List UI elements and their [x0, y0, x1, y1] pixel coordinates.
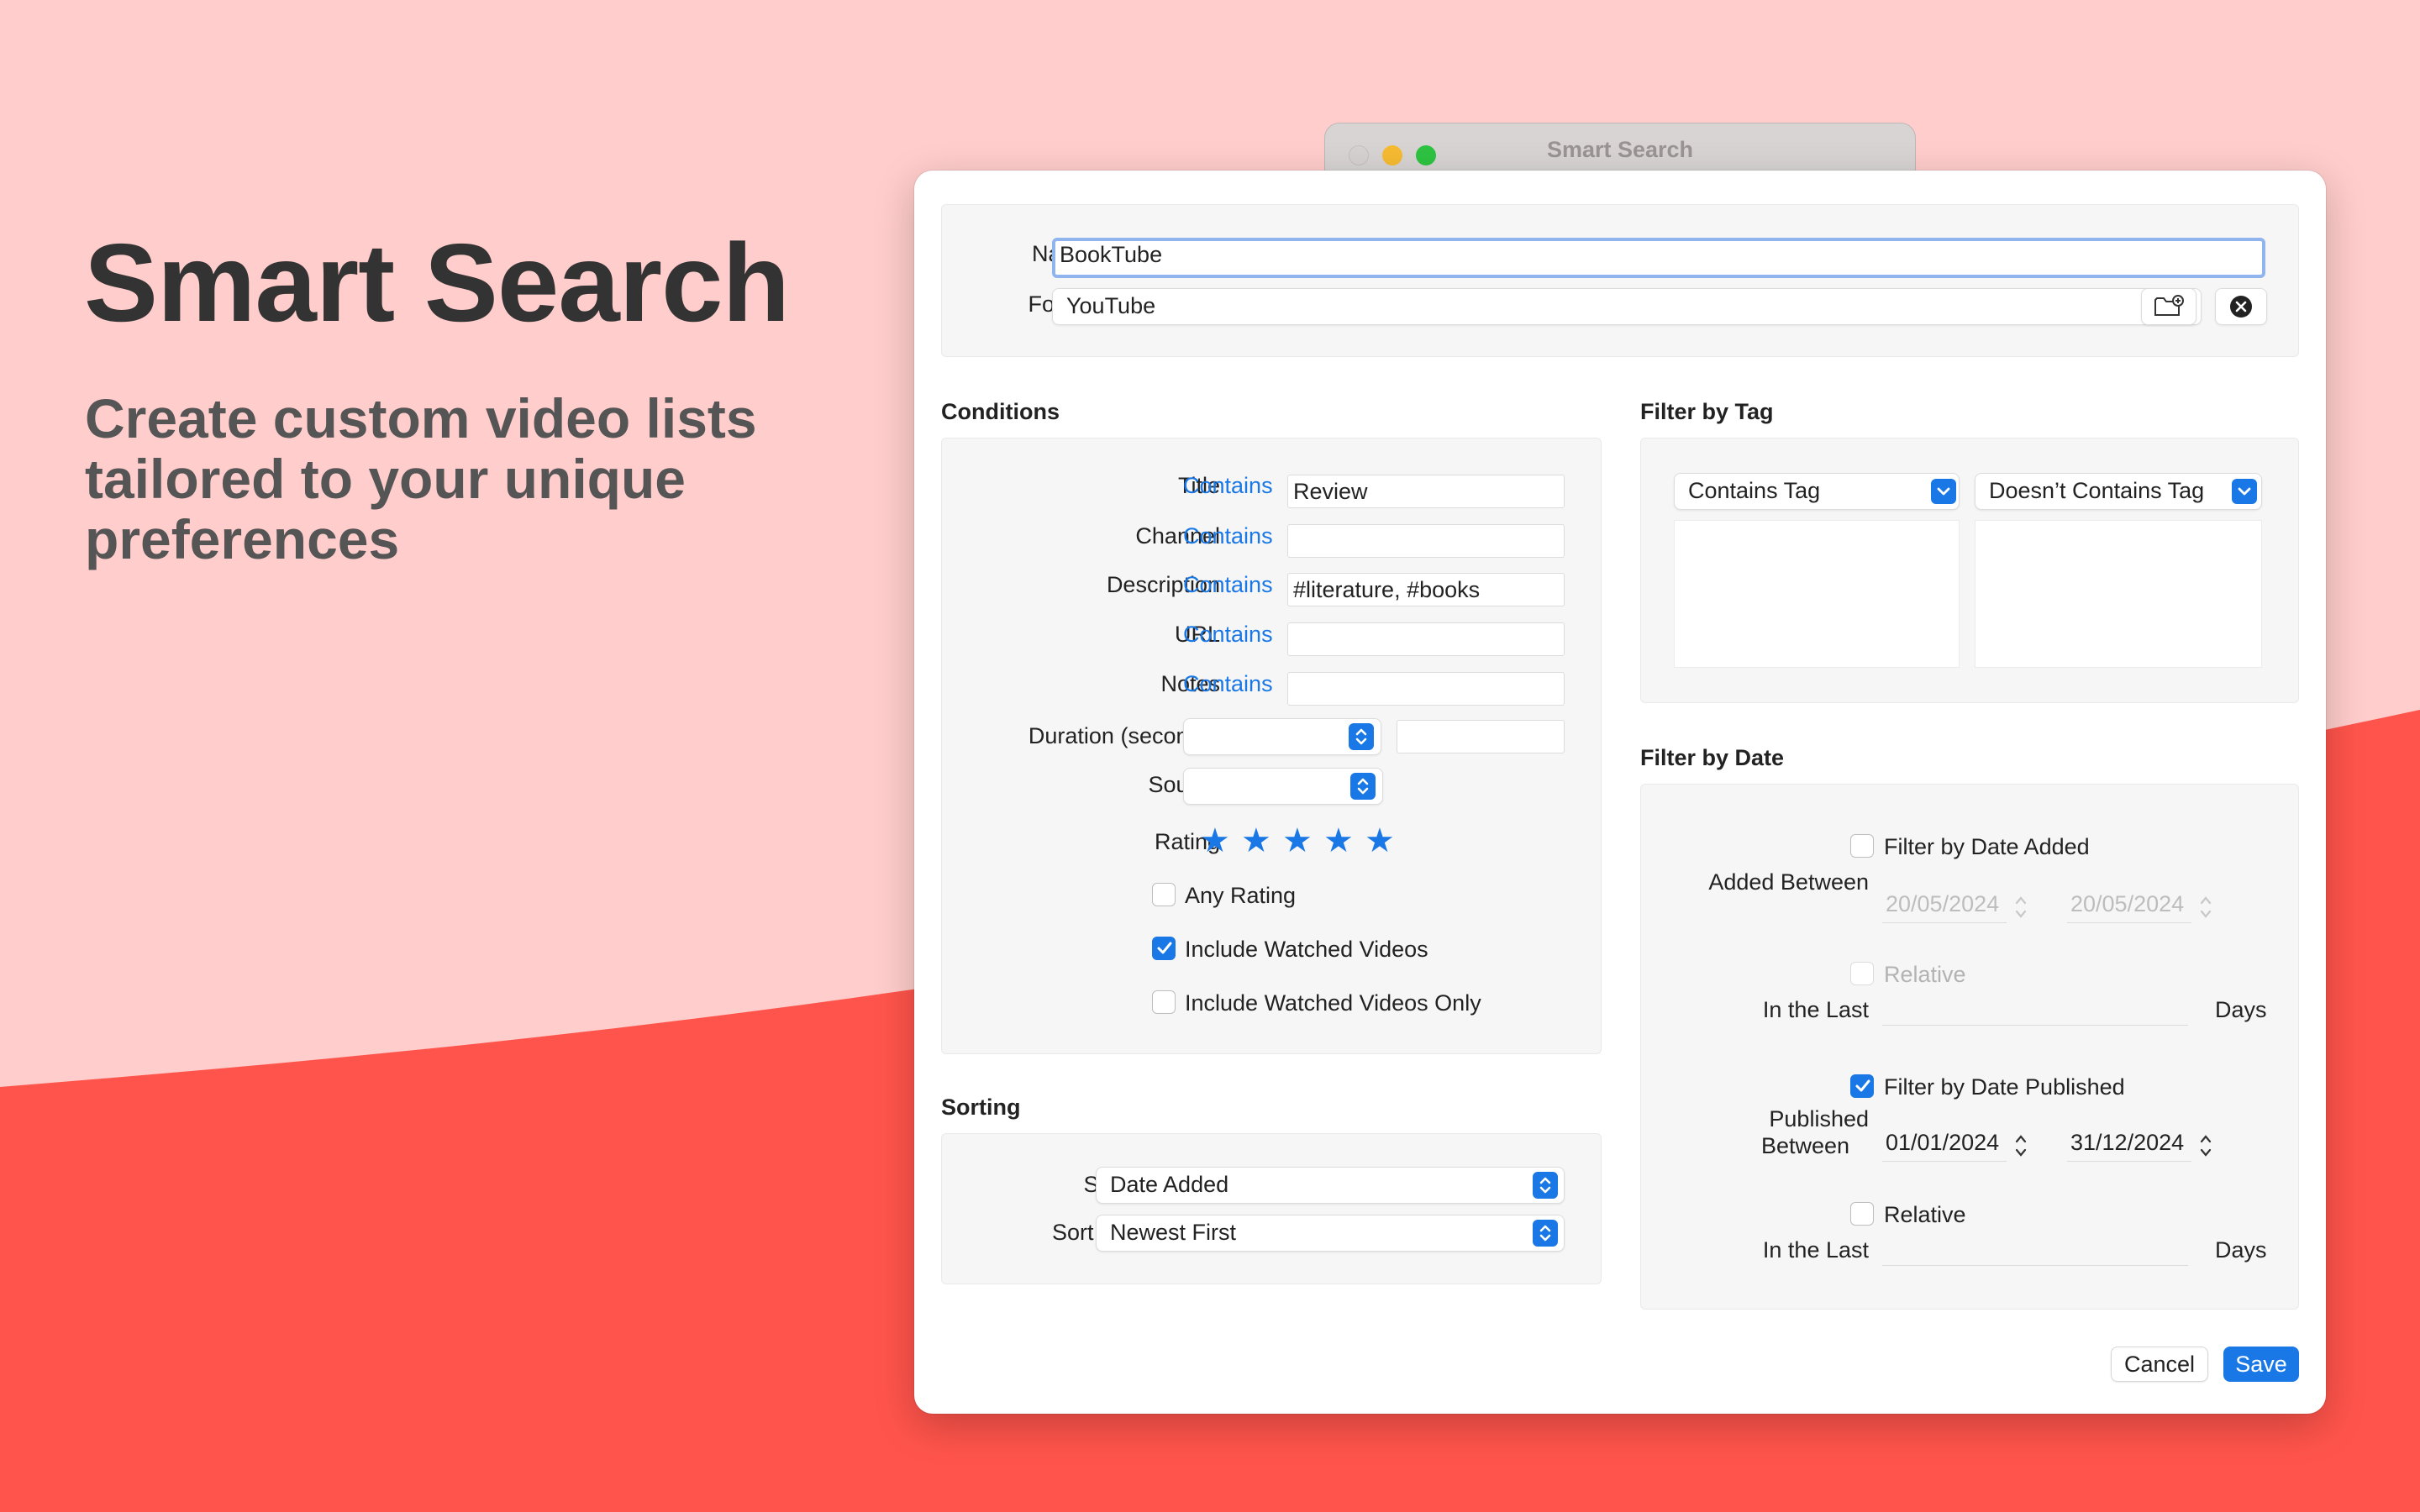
filter-by-tag-header: Filter by Tag [1640, 399, 1774, 424]
new-folder-button[interactable] [2141, 288, 2196, 325]
sort-by-value: Date Added [1110, 1172, 1229, 1197]
duration-label: Duration (seconds) [1028, 723, 1220, 748]
clear-folder-button[interactable] [2215, 288, 2267, 325]
relative-published-label: Relative [1884, 1202, 1966, 1227]
include-watched-only-checkbox[interactable] [1152, 990, 1176, 1014]
contains-tag-list[interactable] [1674, 520, 1960, 668]
checkmark-icon [1855, 1079, 1870, 1092]
published-between-label-line2: Between [1761, 1133, 1850, 1158]
title-label: Title [1177, 473, 1220, 498]
hero-subtitle: Create custom video lists tailored to yo… [85, 387, 757, 570]
contains-tag-select[interactable]: Contains Tag [1674, 473, 1960, 510]
contains-tag-chevron-down-icon [1931, 479, 1956, 504]
added-to-stepper-icon[interactable] [2198, 891, 2213, 923]
name-folder-panel [941, 204, 2299, 357]
include-watched-checkbox[interactable] [1152, 937, 1176, 960]
close-circle-icon [2230, 296, 2252, 318]
contains-tag-label: Contains Tag [1688, 478, 1821, 503]
any-rating-label: Any Rating [1185, 883, 1297, 908]
filter-date-added-label: Filter by Date Added [1884, 834, 2090, 859]
description-operator[interactable]: Contains [1183, 572, 1273, 598]
sorting-header: Sorting [941, 1095, 1021, 1120]
rating-star-icon-5[interactable]: ★ [1365, 824, 1395, 858]
duration-updown-icon [1349, 723, 1374, 750]
published-in-the-last-label: In the Last [1762, 1237, 1869, 1263]
any-rating-checkbox[interactable] [1152, 883, 1176, 906]
hero-title: Smart Search [84, 221, 790, 344]
name-input[interactable]: BookTube [1052, 238, 2265, 278]
published-in-the-last-input[interactable] [1882, 1234, 2188, 1266]
sorting-panel [941, 1133, 1602, 1284]
doesnt-contain-tag-label: Doesn’t Contains Tag [1989, 478, 2205, 503]
smart-search-dialog: Name BookTube Folder YouTube Conditions … [914, 171, 2326, 1414]
source-label: Source [965, 772, 1220, 798]
filter-by-date-panel [1640, 784, 2299, 1310]
notes-operator[interactable]: Contains [1183, 671, 1273, 697]
added-days-label: Days [2215, 997, 2267, 1022]
conditions-header: Conditions [941, 399, 1060, 424]
published-days-label: Days [2215, 1237, 2267, 1263]
doesnt-contain-tag-chevron-down-icon [2232, 479, 2257, 504]
save-button[interactable]: Save [2223, 1347, 2299, 1382]
filter-date-added-checkbox[interactable] [1850, 834, 1874, 858]
added-between-label: Added Between [1708, 869, 1869, 895]
rating-star-icon-4[interactable]: ★ [1323, 824, 1354, 858]
url-operator[interactable]: Contains [1183, 622, 1273, 648]
published-to-stepper-icon[interactable] [2198, 1130, 2213, 1162]
duration-value-input[interactable] [1397, 720, 1565, 753]
source-updown-icon [1350, 773, 1376, 800]
sort-by-updown-icon [1533, 1172, 1558, 1199]
title-operator[interactable]: Contains [1183, 473, 1273, 499]
channel-value-input[interactable] [1287, 524, 1565, 558]
added-to-date[interactable]: 20/05/2024 [2067, 891, 2191, 923]
sort-order-updown-icon [1533, 1220, 1558, 1247]
rating-label: Rating [1154, 829, 1220, 854]
added-in-the-last-label: In the Last [1762, 997, 1869, 1022]
relative-published-checkbox[interactable] [1850, 1202, 1874, 1226]
doesnt-contain-tag-select[interactable]: Doesn’t Contains Tag [1975, 473, 2262, 510]
folder-plus-icon [2154, 295, 2184, 316]
added-from-stepper-icon[interactable] [2013, 891, 2028, 923]
include-watched-label: Include Watched Videos [1185, 937, 1428, 962]
folder-select[interactable]: YouTube [1052, 288, 2202, 325]
channel-operator[interactable]: Contains [1183, 523, 1273, 549]
folder-select-value: YouTube [1066, 293, 1156, 318]
filter-date-published-label: Filter by Date Published [1884, 1074, 2125, 1100]
added-in-the-last-input[interactable] [1882, 994, 2188, 1026]
rating-star-icon-3[interactable]: ★ [1282, 824, 1313, 858]
notes-value-input[interactable] [1287, 672, 1565, 706]
checkmark-icon [1157, 942, 1172, 954]
published-from-stepper-icon[interactable] [2013, 1130, 2028, 1162]
doesnt-contain-tag-list[interactable] [1975, 520, 2262, 668]
filter-by-date-header: Filter by Date [1640, 745, 1785, 770]
notes-label: Notes [1160, 671, 1220, 696]
sort-by-select[interactable]: Date Added [1096, 1167, 1565, 1204]
added-from-date[interactable]: 20/05/2024 [1882, 891, 2007, 923]
rating-star-icon-2[interactable]: ★ [1241, 824, 1271, 858]
relative-added-checkbox[interactable] [1850, 962, 1874, 985]
channel-label: Channel [1135, 523, 1220, 549]
published-to-date[interactable]: 31/12/2024 [2067, 1130, 2191, 1162]
include-watched-only-label: Include Watched Videos Only [1185, 990, 1481, 1016]
url-value-input[interactable] [1287, 622, 1565, 656]
description-label: Description [1106, 572, 1220, 597]
window-title: Smart Search [1546, 137, 1694, 162]
sort-order-select[interactable]: Newest First [1096, 1215, 1565, 1252]
title-value-input[interactable]: Review [1287, 475, 1565, 508]
relative-added-label: Relative [1884, 962, 1966, 987]
url-label: URL [1174, 622, 1220, 647]
cancel-button[interactable]: Cancel [2111, 1347, 2208, 1382]
description-value-input[interactable]: #literature, #books [1287, 573, 1565, 606]
published-between-label-line1: Published [1769, 1106, 1869, 1131]
published-from-date[interactable]: 01/01/2024 [1882, 1130, 2007, 1162]
rating-star-icon-1[interactable]: ★ [1200, 824, 1230, 858]
filter-date-published-checkbox[interactable] [1850, 1074, 1874, 1098]
sort-order-value: Newest First [1110, 1220, 1237, 1245]
